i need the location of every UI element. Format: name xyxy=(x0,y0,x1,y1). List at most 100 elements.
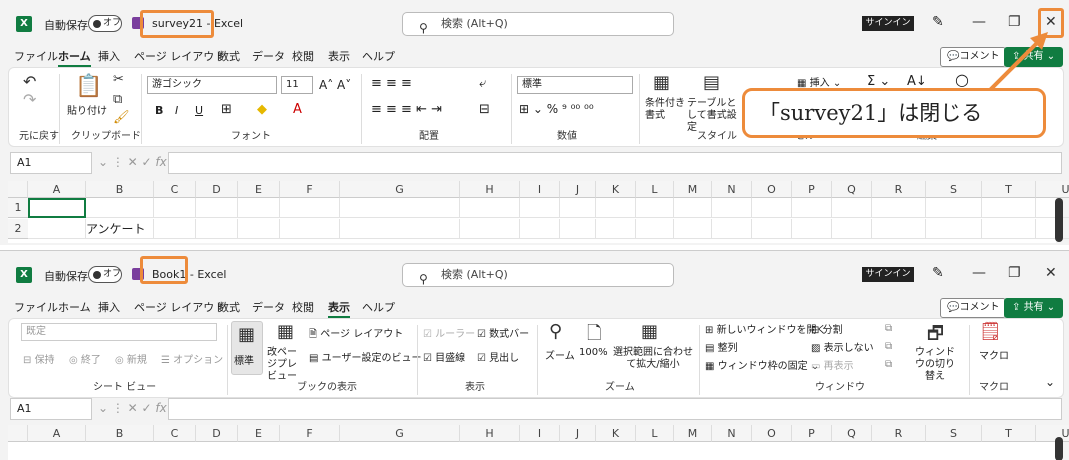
gridlines-label: 目盛線 xyxy=(435,353,466,364)
keep-button[interactable]: ⊟ 保持 xyxy=(23,351,55,366)
tab-home[interactable]: ホーム xyxy=(58,299,91,315)
formula-input[interactable] xyxy=(168,398,1062,420)
page-layout-label: ページ レイアウト xyxy=(320,329,404,340)
column-header[interactable]: U xyxy=(1036,425,1069,442)
side-by-side-icon[interactable]: ⧉ xyxy=(885,323,892,334)
pen-icon[interactable]: ✎ xyxy=(932,265,944,281)
column-header[interactable]: Q xyxy=(832,425,872,442)
macro-label[interactable]: マクロ xyxy=(979,347,1009,362)
split-button[interactable]: ⊟ 分割 xyxy=(811,321,843,336)
select-all-corner[interactable] xyxy=(8,425,28,442)
menu-tabs: ファイル ホーム 挿入 ページ レイアウト 数式 データ 校閲 表示 ヘルプ 💬… xyxy=(0,297,1069,318)
autosave-toggle[interactable]: オフ xyxy=(88,266,122,283)
column-header[interactable]: T xyxy=(982,425,1036,442)
formula-bar: A1 ⌄ ⋮ ✕ ✓ fx xyxy=(10,398,1062,420)
collapse-ribbon-icon[interactable]: ⌄ xyxy=(1045,375,1055,389)
ribbon-view: 既定 ⊟ 保持 ◎ 終了 ◎ 新規 ☰ オプション シート ビュー ▦ 標準 ▦… xyxy=(8,318,1064,398)
switch-window-label[interactable]: ウィンドウの切り替え xyxy=(911,347,959,383)
freeze-label: ウィンドウ枠の固定 xyxy=(717,361,808,372)
unhide-button[interactable]: ▭ 再表示 xyxy=(811,357,854,372)
vertical-scrollbar[interactable] xyxy=(1055,437,1063,460)
gridlines-checkbox[interactable]: ☑ 目盛線 xyxy=(423,349,465,364)
share-label: 共有 xyxy=(1023,302,1044,313)
column-header[interactable]: D xyxy=(196,425,238,442)
zoom-label[interactable]: ズーム xyxy=(545,347,575,362)
hide-label: 表示しない xyxy=(823,343,874,354)
autosave-label: 自動保存 xyxy=(44,270,88,283)
column-header[interactable]: P xyxy=(792,425,832,442)
tab-file[interactable]: ファイル xyxy=(14,299,58,315)
zoom-group-label: ズーム xyxy=(605,382,635,393)
macro-icon[interactable]: 🗒 xyxy=(979,321,1002,342)
column-header[interactable]: I xyxy=(520,425,560,442)
column-header[interactable]: F xyxy=(280,425,340,442)
share-button[interactable]: ⇪ 共有 ⌄ xyxy=(1004,298,1064,318)
tab-data[interactable]: データ xyxy=(252,299,285,315)
column-header[interactable]: E xyxy=(238,425,280,442)
column-header[interactable]: N xyxy=(712,425,752,442)
new-view-button[interactable]: ◎ 新規 xyxy=(115,351,147,366)
reset-position-icon[interactable]: ⧉ xyxy=(885,359,892,370)
comment-label: コメント xyxy=(959,302,1000,313)
hide-button[interactable]: ▨ 表示しない xyxy=(811,339,874,354)
exit-button[interactable]: ◎ 終了 xyxy=(69,351,101,366)
group-separator xyxy=(699,325,700,395)
tab-formulas[interactable]: 数式 xyxy=(218,299,240,315)
page-layout-button[interactable]: 🗎 ページ レイアウト xyxy=(309,325,403,344)
column-header[interactable]: J xyxy=(560,425,596,442)
column-header[interactable]: L xyxy=(636,425,674,442)
column-header[interactable]: R xyxy=(872,425,926,442)
column-header[interactable]: S xyxy=(926,425,982,442)
fx-label: fx xyxy=(155,401,167,415)
macro-group-label: マクロ xyxy=(979,382,1009,393)
new-label: 新規 xyxy=(126,355,147,366)
custom-view-label: ユーザー設定のビュー xyxy=(321,353,422,364)
tab-help[interactable]: ヘルプ xyxy=(362,299,395,315)
freeze-button[interactable]: ▦ ウィンドウ枠の固定 ⌄ xyxy=(705,357,819,372)
column-header[interactable]: A xyxy=(28,425,86,442)
new-window-button[interactable]: ⊞ 新しいウィンドウを開く xyxy=(705,321,827,336)
column-header[interactable]: O xyxy=(752,425,792,442)
arrange-button[interactable]: ▤ 整列 xyxy=(705,339,738,354)
custom-view-button[interactable]: ▤ ユーザー設定のビュー xyxy=(309,349,421,364)
group-separator xyxy=(227,325,228,395)
ruler-checkbox[interactable]: ☑ ルーラー xyxy=(423,325,475,340)
tab-insert[interactable]: 挿入 xyxy=(98,299,120,315)
zoom-icon[interactable]: ⚲ xyxy=(549,321,562,342)
minimize-icon[interactable]: — xyxy=(972,265,986,281)
normal-view-button[interactable]: ▦ 標準 xyxy=(231,321,263,375)
headings-checkbox[interactable]: ☑ 見出し xyxy=(477,349,519,364)
column-header[interactable]: H xyxy=(460,425,520,442)
restore-icon[interactable]: ❐ xyxy=(1008,265,1021,281)
column-header[interactable]: K xyxy=(596,425,636,442)
column-header[interactable]: C xyxy=(154,425,196,442)
tab-view[interactable]: 表示 xyxy=(328,299,350,318)
window-group-label: ウィンドウ xyxy=(815,382,865,393)
zoom100-label[interactable]: 100% xyxy=(579,347,608,358)
column-header[interactable]: M xyxy=(674,425,712,442)
keep-label: 保持 xyxy=(34,355,55,366)
formula-bar-label: 数式バー xyxy=(489,329,530,340)
headings-label: 見出し xyxy=(489,353,520,364)
normal-view-label: 標準 xyxy=(234,356,254,367)
comment-button[interactable]: 💬コメント xyxy=(940,298,1007,318)
column-header[interactable]: G xyxy=(340,425,460,442)
tab-page-layout[interactable]: ページ レイアウト xyxy=(134,299,225,315)
group-separator xyxy=(417,325,418,395)
sheet-view-select[interactable]: 既定 xyxy=(21,323,217,341)
normal-view-icon: ▦ xyxy=(238,324,256,345)
formula-bar-checkbox[interactable]: ☑ 数式バー xyxy=(477,325,529,340)
fx-icon[interactable]: ⌄ ⋮ ✕ ✓ fx xyxy=(98,401,167,415)
unhide-label: 再表示 xyxy=(823,361,854,372)
page-break-icon[interactable]: ▦ xyxy=(277,321,294,342)
zoom-selection-label[interactable]: 選択範囲に合わせて拡大/縮小 xyxy=(613,347,693,371)
close-icon[interactable]: ✕ xyxy=(1045,265,1057,281)
sync-scroll-icon[interactable]: ⧉ xyxy=(885,341,892,352)
tab-review[interactable]: 校閲 xyxy=(292,299,314,315)
zoom-selection-icon[interactable]: ▦ xyxy=(641,321,658,342)
name-box[interactable]: A1 xyxy=(10,398,92,420)
column-header[interactable]: B xyxy=(86,425,154,442)
options-button[interactable]: ☰ オプション xyxy=(161,351,223,366)
search-box[interactable]: ⚲ 検索 (Alt+Q) xyxy=(402,263,674,287)
signin-button[interactable]: サインイン xyxy=(862,267,914,282)
